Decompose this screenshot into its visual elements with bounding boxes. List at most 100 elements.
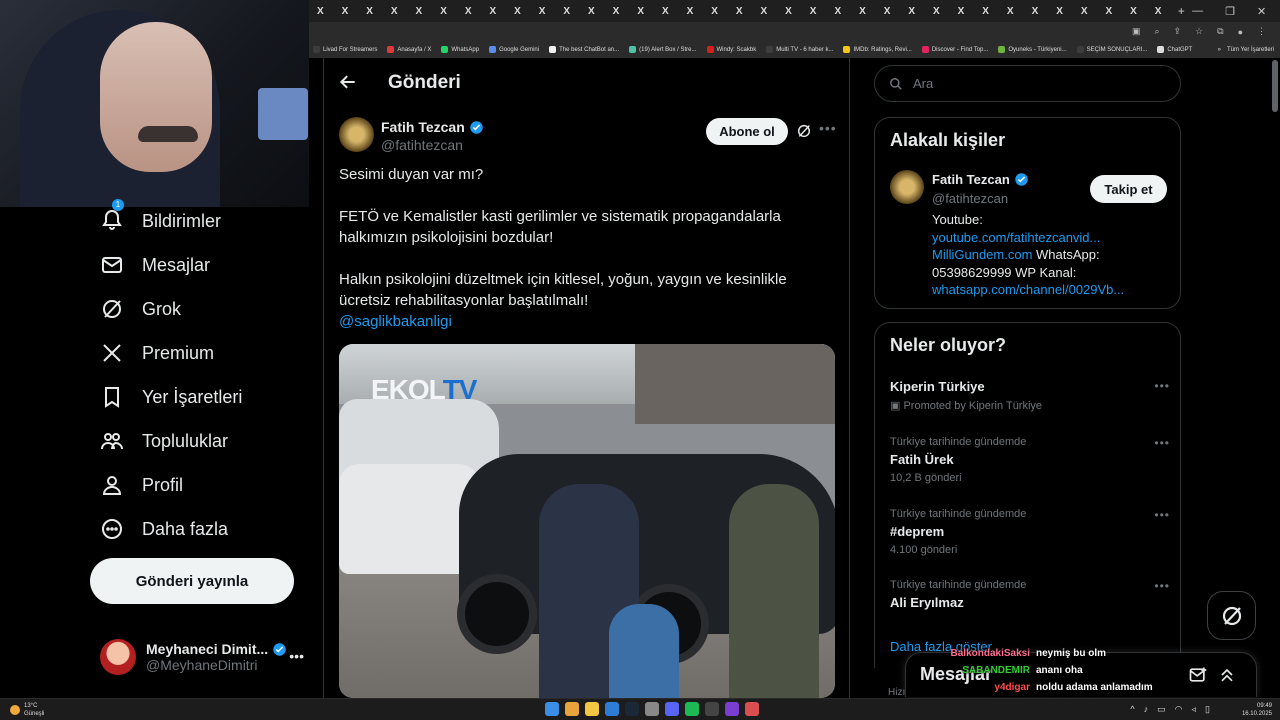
browser-tab[interactable]: X bbox=[456, 0, 481, 22]
battery-icon[interactable]: ▯ bbox=[1205, 704, 1210, 715]
trend-item[interactable]: Kiperin Türkiye ▣ Promoted by Kiperin Tü… bbox=[890, 379, 1170, 412]
bookmark-item[interactable]: Windy: Scakbk bbox=[706, 46, 756, 53]
post-more-icon[interactable]: ••• bbox=[819, 120, 837, 136]
browser-tab[interactable]: X bbox=[924, 0, 949, 22]
trend-more-icon[interactable]: ••• bbox=[1154, 379, 1170, 393]
new-tab-icon[interactable]: + bbox=[1170, 4, 1192, 18]
bookmark-item[interactable]: Anasayfa / X bbox=[387, 46, 431, 53]
browser-tab[interactable]: X bbox=[949, 0, 974, 22]
edge-icon[interactable] bbox=[605, 702, 619, 716]
browser-tab[interactable]: X bbox=[702, 0, 727, 22]
discord-icon[interactable] bbox=[665, 702, 679, 716]
browser-tab[interactable]: X bbox=[357, 0, 382, 22]
browser-tab[interactable]: X bbox=[333, 0, 358, 22]
author-name-row[interactable]: Fatih Tezcan bbox=[381, 119, 484, 135]
bookmark-item[interactable]: Discover - Find Top... bbox=[921, 46, 988, 53]
bookmark-item[interactable]: Livad For Streamers bbox=[313, 46, 377, 53]
bookmark-item[interactable]: (19) Alert Box / Stre... bbox=[629, 46, 697, 53]
mic-icon[interactable]: ♪ bbox=[1144, 704, 1149, 715]
bookmark-item[interactable]: IMDb: Ratings, Revi... bbox=[843, 46, 912, 53]
browser-tab[interactable]: X bbox=[776, 0, 801, 22]
weather-widget[interactable]: 13°C Güneşli bbox=[10, 702, 44, 718]
chevron-up-icon[interactable]: ^ bbox=[1130, 704, 1134, 715]
language-icon[interactable]: ▭ bbox=[1157, 704, 1166, 715]
volume-icon[interactable]: ◃ bbox=[1192, 704, 1197, 715]
maximize-icon[interactable]: ❐ bbox=[1225, 5, 1235, 18]
app-icon[interactable] bbox=[745, 702, 759, 716]
search-input[interactable] bbox=[913, 76, 1153, 91]
follow-button[interactable]: Takip et bbox=[1090, 175, 1167, 203]
browser-tab[interactable]: X bbox=[407, 0, 432, 22]
browser-tab[interactable]: X bbox=[801, 0, 826, 22]
clock[interactable]: 09:49 16.10.2025 bbox=[1242, 702, 1272, 718]
trend-more-icon[interactable]: ••• bbox=[1154, 436, 1170, 450]
browser-tab[interactable]: X bbox=[1097, 0, 1122, 22]
browser-tab[interactable]: X bbox=[752, 0, 777, 22]
mention-link[interactable]: @saglikbakanligi bbox=[339, 311, 829, 332]
post-button[interactable]: Gönderi yayınla bbox=[90, 558, 294, 604]
folder-icon[interactable] bbox=[585, 702, 599, 716]
author-handle[interactable]: @fatihtezcan bbox=[381, 137, 463, 153]
all-bookmarks[interactable]: » Tüm Yer İşaretleri bbox=[1218, 47, 1280, 53]
zoom-icon[interactable]: ⌕ bbox=[1154, 26, 1159, 37]
browser-tab[interactable]: X bbox=[727, 0, 752, 22]
bookmark-item[interactable]: Google Gemini bbox=[489, 46, 539, 53]
browser-tab[interactable]: X bbox=[678, 0, 703, 22]
windows-start-icon[interactable] bbox=[545, 702, 559, 716]
trend-more-icon[interactable]: ••• bbox=[1154, 508, 1170, 522]
bio-link[interactable]: MilliGundem.com bbox=[932, 247, 1032, 262]
chrome-icon[interactable] bbox=[565, 702, 579, 716]
grok-floating-button[interactable] bbox=[1207, 591, 1256, 640]
app-icon[interactable] bbox=[645, 702, 659, 716]
back-arrow-icon[interactable] bbox=[338, 72, 358, 92]
page-scrollbar[interactable] bbox=[1272, 60, 1278, 112]
trend-more-icon[interactable]: ••• bbox=[1154, 579, 1170, 593]
author-avatar[interactable] bbox=[339, 117, 374, 152]
browser-tab[interactable]: X bbox=[604, 0, 629, 22]
share-icon[interactable]: ⇪ bbox=[1174, 26, 1182, 37]
grok-icon[interactable] bbox=[796, 123, 812, 139]
nav-messages[interactable]: Mesajlar bbox=[100, 250, 210, 280]
browser-tab[interactable]: X bbox=[1121, 0, 1146, 22]
related-handle[interactable]: @fatihtezcan bbox=[932, 191, 1008, 206]
close-icon[interactable]: ✕ bbox=[1257, 5, 1266, 18]
browser-tab[interactable]: X bbox=[973, 0, 998, 22]
wifi-icon[interactable]: ◠ bbox=[1175, 704, 1183, 715]
bio-link[interactable]: whatsapp.com/channel/0029Vb... bbox=[932, 281, 1147, 299]
browser-tab[interactable]: X bbox=[480, 0, 505, 22]
search-box[interactable] bbox=[874, 65, 1181, 102]
bookmark-item[interactable]: Oyuneks - Türkiyeni... bbox=[998, 46, 1067, 53]
steam-icon[interactable] bbox=[625, 702, 639, 716]
browser-tab[interactable]: X bbox=[899, 0, 924, 22]
bookmark-item[interactable]: Multi TV - 6 haber k... bbox=[766, 46, 833, 53]
profile-icon[interactable]: ● bbox=[1238, 27, 1243, 37]
bio-link[interactable]: youtube.com/fatihtezcanvid... bbox=[932, 229, 1147, 247]
browser-tab[interactable]: X bbox=[825, 0, 850, 22]
new-message-icon[interactable] bbox=[1188, 665, 1208, 685]
app-icon[interactable] bbox=[725, 702, 739, 716]
minimize-icon[interactable]: — bbox=[1192, 5, 1203, 18]
nav-communities[interactable]: Topluluklar bbox=[100, 426, 228, 456]
browser-tab[interactable]: X bbox=[850, 0, 875, 22]
avatar[interactable] bbox=[890, 170, 924, 204]
related-name-row[interactable]: Fatih Tezcan bbox=[932, 172, 1029, 187]
browser-tab[interactable]: X bbox=[505, 0, 530, 22]
bookmark-item[interactable]: The best ChatBot an... bbox=[549, 46, 619, 53]
browser-tab[interactable]: X bbox=[1023, 0, 1048, 22]
browser-tab[interactable]: X bbox=[628, 0, 653, 22]
browser-tab[interactable]: X bbox=[530, 0, 555, 22]
bookmark-item[interactable]: SEÇİM SONUÇLARI... bbox=[1076, 46, 1147, 53]
browser-tab[interactable]: X bbox=[1146, 0, 1171, 22]
install-icon[interactable]: ▣ bbox=[1132, 26, 1141, 37]
overflow-chevron-icon[interactable]: » bbox=[1218, 47, 1221, 53]
browser-tab[interactable]: X bbox=[554, 0, 579, 22]
nav-more[interactable]: Daha fazla bbox=[100, 514, 228, 544]
app-icon[interactable] bbox=[705, 702, 719, 716]
browser-tab[interactable]: X bbox=[1072, 0, 1097, 22]
browser-tab[interactable]: X bbox=[579, 0, 604, 22]
trend-item[interactable]: Türkiye tarihinde gündemde #deprem 4.100… bbox=[890, 508, 1170, 556]
post-video[interactable]: EKOLTV bbox=[339, 344, 835, 698]
account-switcher[interactable]: Meyhaneci Dimit... @MeyhaneDimitri ••• bbox=[100, 632, 310, 682]
more-icon[interactable]: ••• bbox=[289, 648, 304, 664]
nav-premium[interactable]: Premium bbox=[100, 338, 214, 368]
